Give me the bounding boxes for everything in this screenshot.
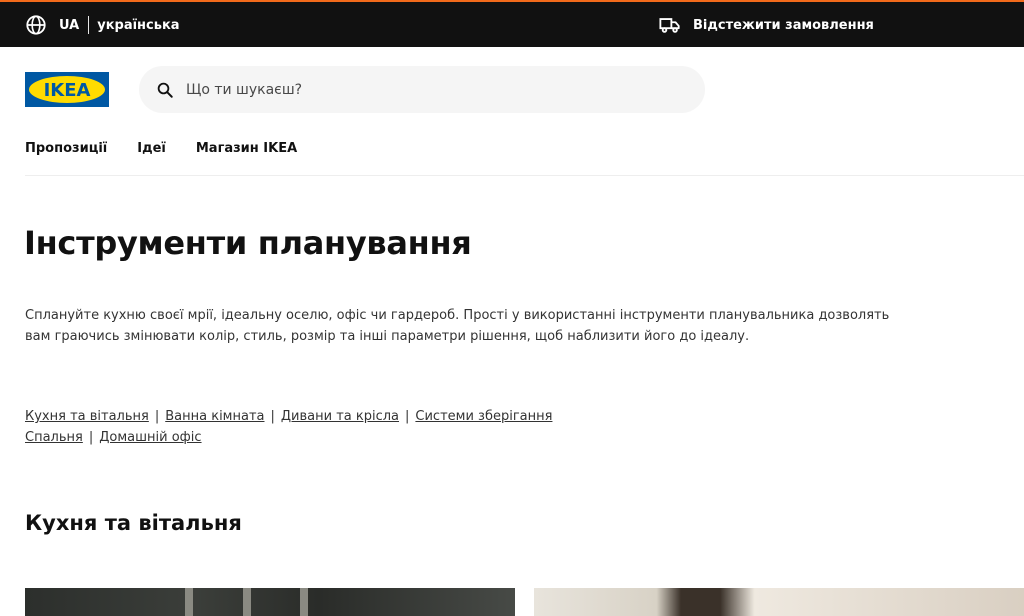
category-links: Кухня та вітальня | Ванна кімната | Дивани т… [25, 406, 725, 448]
kitchen-planner-image[interactable] [25, 588, 515, 616]
intro-paragraph: Сплануйте кухню своєї мрії, ідеальну осе… [25, 308, 890, 344]
link-bathroom[interactable]: Ванна кімната [165, 409, 264, 424]
search-input[interactable] [186, 81, 666, 98]
track-order-label: Відстежити замовлення [693, 17, 874, 33]
link-storage-systems[interactable]: Системи зберігання [415, 409, 552, 424]
link-separator: | [154, 409, 160, 424]
link-separator: | [88, 430, 94, 445]
pendant-lamp [185, 588, 193, 616]
language-name: українська [97, 17, 180, 33]
ikea-logo-icon: IKEA [25, 72, 109, 107]
pendant-lamp [300, 588, 308, 616]
ikea-logo[interactable]: IKEA [25, 72, 109, 107]
track-order-link[interactable]: Відстежити замовлення [659, 14, 874, 36]
language-selector[interactable]: UA українська [25, 14, 180, 36]
search-icon [157, 82, 173, 98]
living-room-planner-image[interactable] [534, 588, 1024, 616]
nav-item-offers[interactable]: Пропозиції [25, 141, 107, 156]
language-code: UA [59, 17, 80, 33]
language-separator [88, 16, 90, 34]
search-bar[interactable] [139, 66, 705, 113]
link-bedroom[interactable]: Спальня [25, 430, 83, 445]
pendant-lamp [243, 588, 251, 616]
nav-item-ideas[interactable]: Ідеї [137, 141, 166, 156]
truck-icon [659, 18, 680, 33]
page-title: Інструменти планування [24, 224, 472, 262]
link-home-office[interactable]: Домашній офіс [99, 430, 201, 445]
top-bar: UA українська Відстежити замовлення [0, 0, 1024, 47]
main-nav: Пропозиції Ідеї Магазин IKEA [25, 141, 327, 156]
nav-item-ikea-store[interactable]: Магазин IKEA [196, 141, 297, 156]
header-divider [25, 175, 1024, 176]
link-separator: | [405, 409, 410, 424]
globe-icon [26, 15, 46, 35]
section-title-kitchen-living: Кухня та вітальня [25, 511, 242, 535]
link-sofas-armchairs[interactable]: Дивани та крісла [281, 409, 399, 424]
ikea-logo-text: IKEA [44, 80, 91, 101]
link-kitchen-living[interactable]: Кухня та вітальня [25, 409, 149, 424]
link-separator: | [270, 409, 275, 424]
